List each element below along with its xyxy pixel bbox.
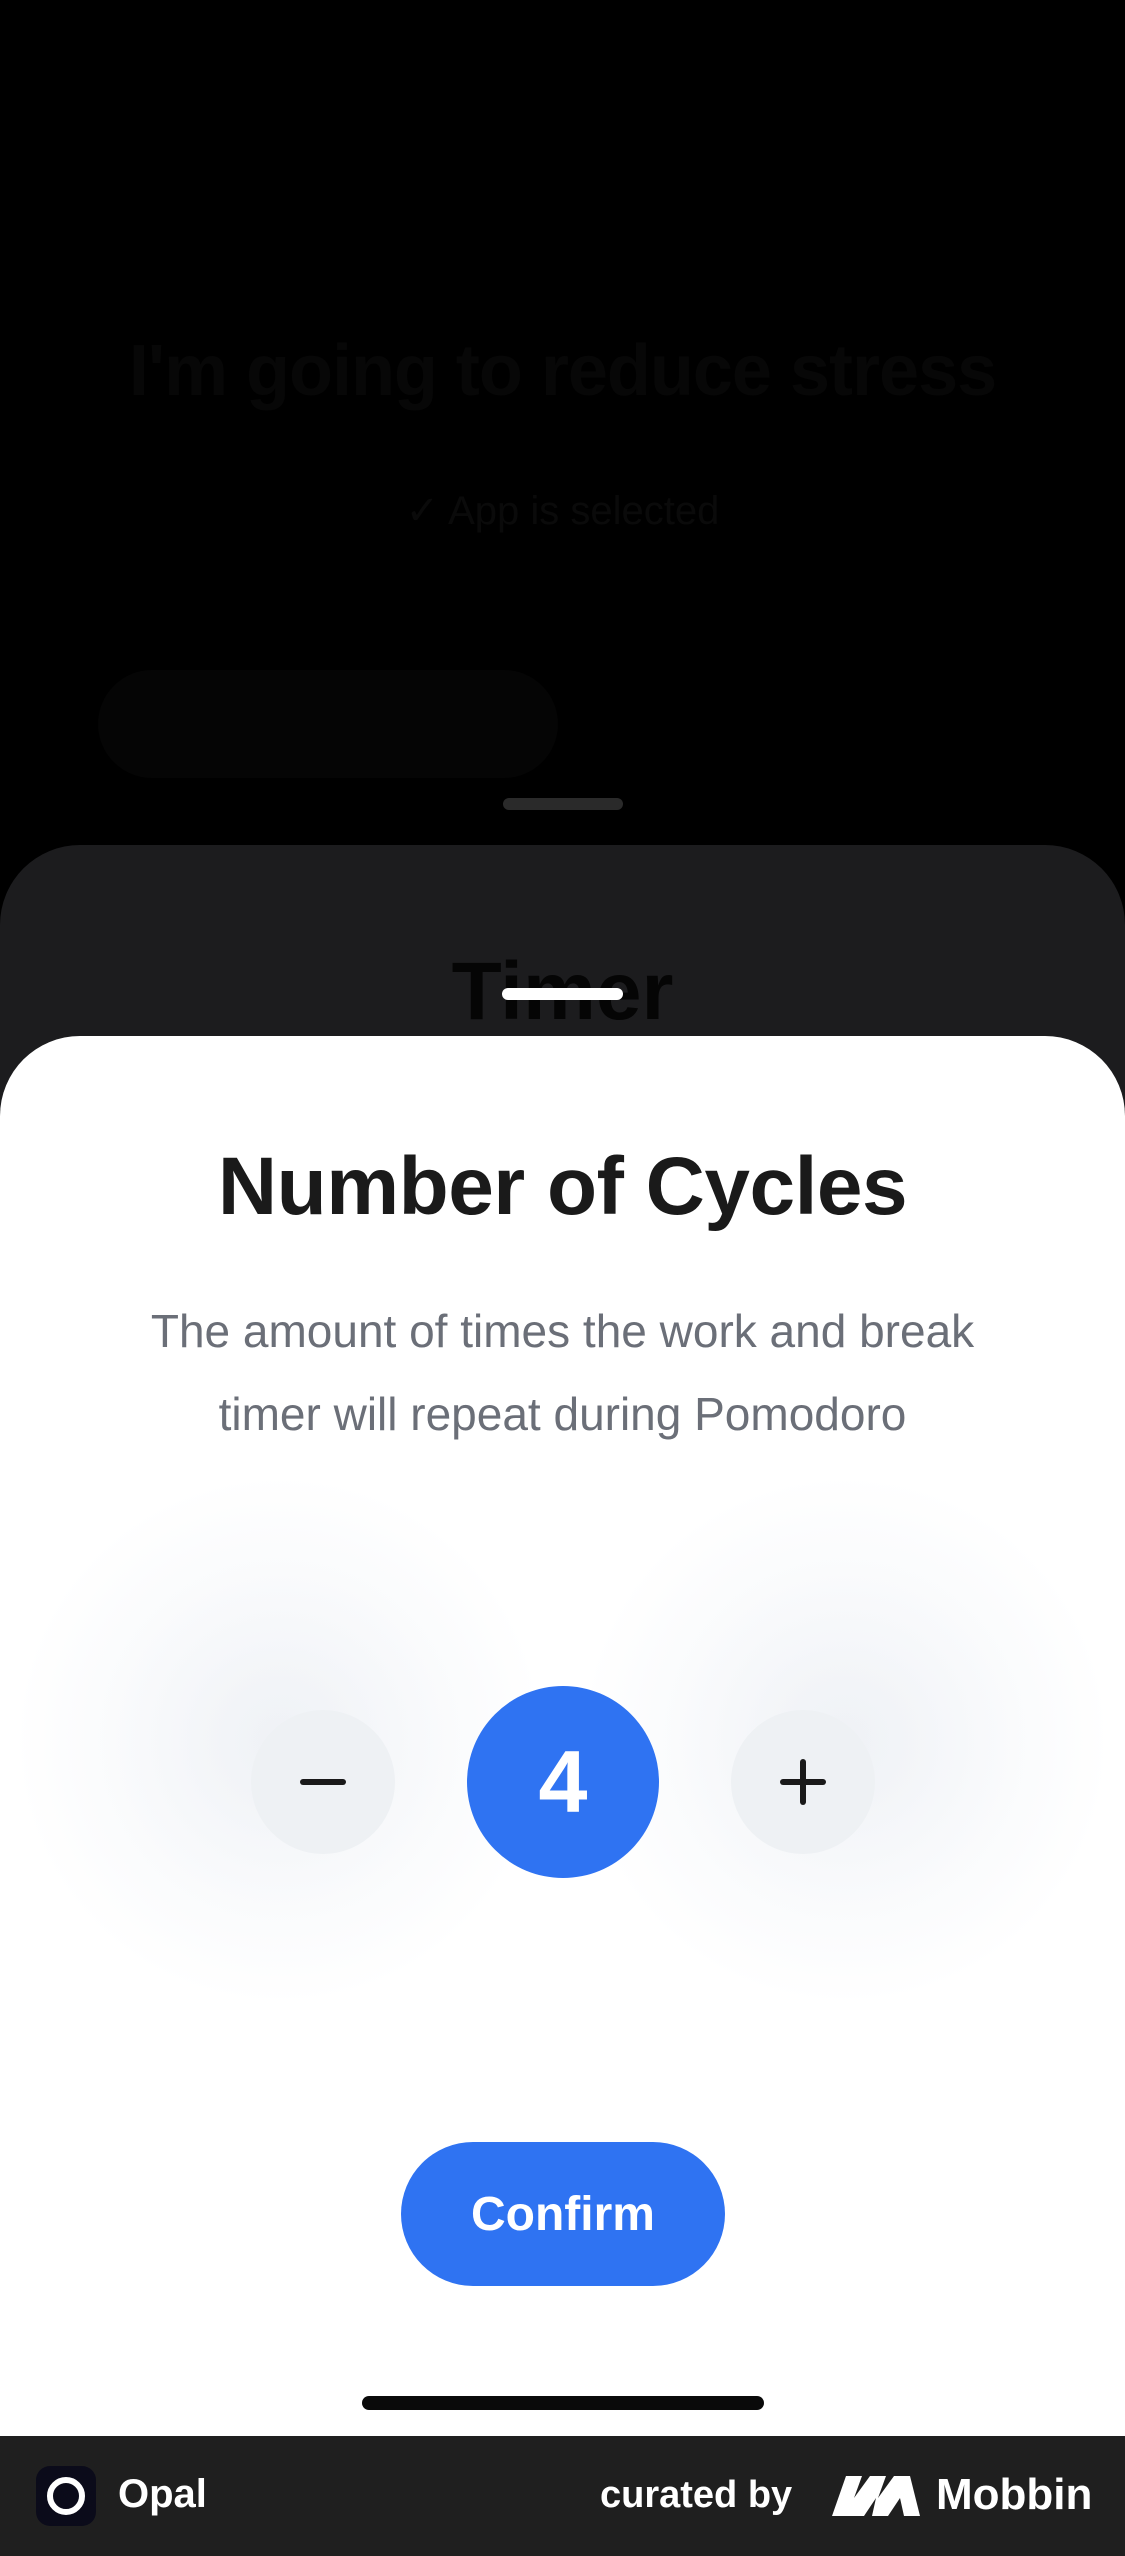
app-name: Opal [118, 2472, 207, 2516]
plus-icon [780, 1759, 826, 1805]
background-grabber [503, 798, 623, 810]
confirm-button[interactable]: Confirm [401, 2142, 725, 2286]
increment-button[interactable] [731, 1710, 875, 1854]
opal-logo-icon [36, 2466, 96, 2526]
cycles-value: 4 [467, 1686, 659, 1878]
cycles-sheet-description: The amount of times the work and break t… [150, 1305, 975, 1440]
background-subtext: ✓ App is selected [405, 489, 720, 533]
home-indicator[interactable] [362, 2396, 764, 2410]
curator-name: Mobbin [936, 2470, 1093, 2519]
screen: I'm going to reduce stress ✓ App is sele… [0, 0, 1125, 2556]
curated-by-label: curated by [600, 2474, 793, 2516]
decrement-button[interactable] [251, 1710, 395, 1854]
background-headline: I'm going to reduce stress [128, 331, 997, 411]
minus-icon [300, 1779, 346, 1785]
mobbin-logo-icon [832, 2476, 920, 2516]
background-pill-button [98, 670, 558, 778]
cycles-sheet-title: Number of Cycles [217, 1141, 908, 1232]
sheet-grabber-handle[interactable] [502, 988, 623, 1000]
